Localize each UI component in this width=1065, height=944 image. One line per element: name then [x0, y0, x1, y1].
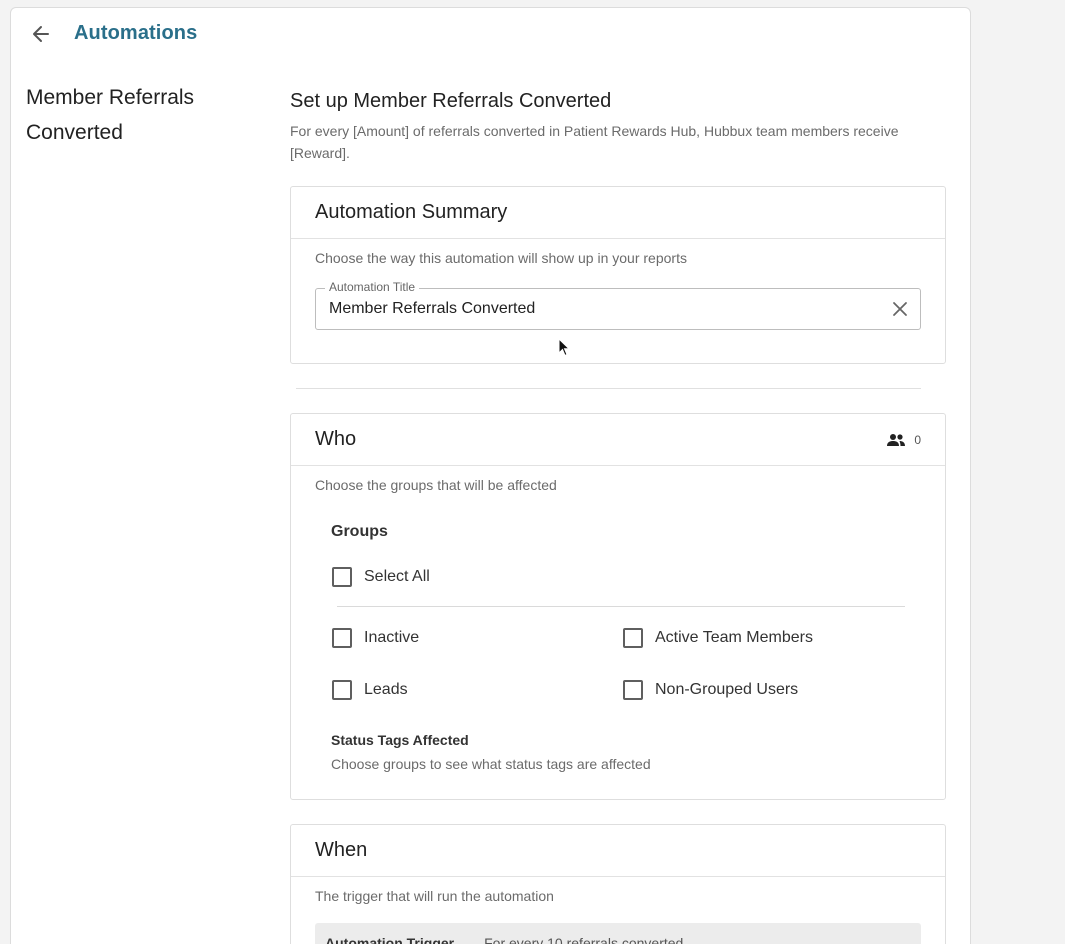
setup-heading: Set up Member Referrals Converted: [290, 90, 612, 112]
mouse-cursor-icon: [558, 338, 571, 357]
checkbox-icon[interactable]: [623, 628, 643, 648]
panel-title: Who: [315, 428, 357, 450]
panel-header: When: [291, 825, 945, 877]
panel-subtitle: The trigger that will run the automation: [315, 888, 554, 904]
automation-name-sidebar: Member Referrals Converted: [26, 86, 195, 144]
panel-header: Who 0: [291, 414, 945, 466]
trigger-value: For every 10 referrals converted: [484, 935, 684, 944]
panel-title: When: [315, 839, 368, 861]
back-arrow-icon[interactable]: [29, 22, 53, 46]
checkbox-label: Non-Grouped Users: [655, 681, 799, 698]
panel-subtitle: Choose the way this automation will show…: [315, 250, 687, 266]
checkbox-icon[interactable]: [332, 680, 352, 700]
checkbox-icon[interactable]: [332, 628, 352, 648]
automation-title-input[interactable]: [329, 289, 876, 329]
checkbox-icon[interactable]: [623, 680, 643, 700]
when-panel: When The trigger that will run the autom…: [290, 824, 946, 944]
section-divider: [296, 388, 921, 389]
who-panel: Who 0 Choose the groups that will be aff…: [290, 413, 946, 800]
status-tags-subtitle: Choose groups to see what status tags ar…: [331, 756, 651, 772]
checkbox-label: Select All: [364, 568, 430, 585]
checkbox-label: Inactive: [364, 629, 420, 646]
checkbox-label: Leads: [364, 681, 408, 698]
panel-header: Automation Summary: [291, 187, 945, 239]
setup-intro: Set up Member Referrals Converted For ev…: [290, 88, 930, 164]
group-checkbox-active-team-members[interactable]: Active Team Members: [623, 628, 813, 648]
automation-trigger-select[interactable]: Automation Trigger For every 10 referral…: [315, 923, 921, 944]
automation-title-field[interactable]: Automation Title: [315, 280, 921, 330]
group-checkbox-leads[interactable]: Leads: [332, 680, 408, 700]
status-tags-title: Status Tags Affected: [331, 732, 469, 748]
select-all-checkbox[interactable]: Select All: [332, 567, 430, 587]
groups-divider: [337, 606, 905, 607]
member-count-value: 0: [914, 432, 921, 447]
member-count: 0: [886, 433, 921, 447]
panel-subtitle: Choose the groups that will be affected: [315, 477, 557, 493]
group-checkbox-inactive[interactable]: Inactive: [332, 628, 419, 648]
checkbox-icon[interactable]: [332, 567, 352, 587]
panel-title: Automation Summary: [315, 201, 508, 223]
automation-summary-panel: Automation Summary Choose the way this a…: [290, 186, 946, 364]
page-title: Automations: [74, 22, 198, 44]
people-icon: [887, 433, 906, 446]
checkbox-label: Active Team Members: [655, 629, 813, 646]
group-checkbox-non-grouped-users[interactable]: Non-Grouped Users: [623, 680, 798, 700]
trigger-label: Automation Trigger: [325, 935, 455, 944]
setup-description: For every [Amount] of referrals converte…: [290, 123, 899, 161]
groups-title: Groups: [331, 523, 388, 540]
clear-icon[interactable]: [890, 299, 910, 319]
